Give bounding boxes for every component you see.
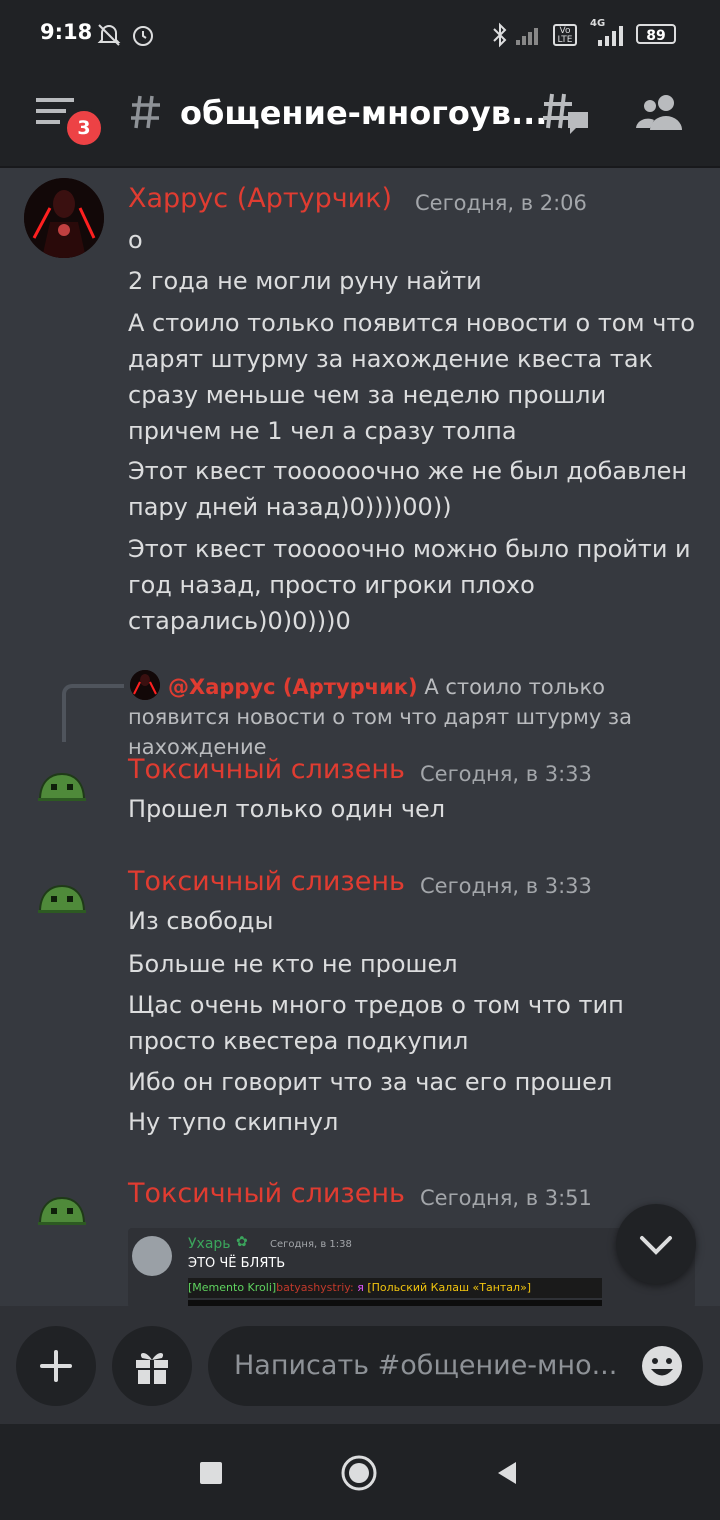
reply-preview[interactable]: @Харрус (Артурчик) А стоило только появи…	[128, 672, 698, 762]
message-author[interactable]: Токсичный слизень	[128, 866, 405, 897]
message-author[interactable]: Токсичный слизень	[128, 1178, 405, 1209]
cell-signal-icon	[588, 26, 628, 50]
message-timestamp: Сегодня, в 3:51	[420, 1186, 592, 1210]
channel-title[interactable]: общение-многоув...	[180, 94, 547, 132]
embed-chat-sep: я	[353, 1281, 368, 1294]
gift-button[interactable]	[112, 1326, 192, 1406]
embed-timestamp: Сегодня, в 1:38	[270, 1239, 352, 1250]
message-line: 2 года не могли руну найти	[128, 267, 482, 295]
sprout-icon: ✿	[236, 1234, 248, 1250]
embed-chat-item: [Польский Калаш «Тантал»]	[367, 1281, 532, 1294]
message-line: Из свободы	[128, 907, 274, 935]
message-line: Ибо он говорит что за час его прошел	[128, 1068, 613, 1096]
message-line: Этот квест тоооооочно же не был добавлен…	[128, 457, 688, 521]
unread-badge: 3	[64, 108, 104, 148]
message-timestamp: Сегодня, в 2:06	[415, 191, 587, 215]
slime-avatar[interactable]	[36, 884, 88, 918]
embed-chat-tag: [Memento Kroli]	[188, 1281, 277, 1294]
gift-icon	[136, 1353, 168, 1384]
attach-button[interactable]	[16, 1326, 96, 1406]
message-line: Ну тупо скипнул	[128, 1108, 339, 1136]
signal-icon	[514, 24, 546, 50]
embed-chat-name: batyashystriy:	[276, 1281, 354, 1294]
message-line: Этот квест тооооочно можно было пройти и…	[128, 535, 691, 635]
slime-avatar[interactable]	[36, 772, 88, 806]
threads-icon[interactable]	[542, 92, 590, 140]
message-line: А стоило только появится новости о том ч…	[128, 309, 696, 445]
embed-author: Ухарь	[188, 1236, 231, 1252]
home-icon[interactable]	[340, 1454, 378, 1496]
battery-icon: 89	[636, 24, 676, 44]
back-icon[interactable]	[494, 1460, 520, 1490]
volte-icon: Vo LTE	[553, 24, 577, 46]
emoji-icon[interactable]	[640, 1344, 684, 1392]
message-line: о	[128, 226, 143, 254]
avatar[interactable]	[24, 178, 104, 258]
reply-author: @Харрус (Артурчик)	[168, 675, 418, 699]
plus-icon	[40, 1350, 72, 1382]
slime-avatar[interactable]	[36, 1196, 88, 1230]
hash-icon	[130, 94, 162, 134]
embed-text: ЭТО ЧЁ БЛЯТЬ	[188, 1256, 286, 1271]
message-line: Щас очень много тредов о том что тип про…	[128, 991, 624, 1055]
status-time: 9:18	[40, 20, 93, 44]
embed-chat-line: [Memento Kroli]batyashystriy: я [Польски…	[188, 1278, 602, 1298]
jump-to-bottom-button[interactable]	[616, 1204, 696, 1284]
embed-avatar	[132, 1236, 172, 1276]
recents-icon[interactable]	[200, 1462, 222, 1484]
reply-spine	[62, 684, 124, 742]
message-author[interactable]: Токсичный слизень	[128, 754, 405, 785]
alarm-icon	[130, 22, 156, 52]
bluetooth-icon	[490, 22, 510, 52]
image-attachment[interactable]: Ухарь ✿ Сегодня, в 1:38 ЭТО ЧЁ БЛЯТЬ [Me…	[128, 1228, 695, 1308]
message-timestamp: Сегодня, в 3:33	[420, 874, 592, 898]
message-line: Больше не кто не прошел	[128, 950, 458, 978]
mute-bell-icon	[96, 22, 122, 52]
message-input-placeholder: Написать #общение-мно...	[234, 1350, 618, 1381]
members-icon[interactable]	[636, 94, 684, 134]
chevron-down-icon	[640, 1236, 672, 1255]
message-line: Прошел только один чел	[128, 795, 446, 823]
message-author[interactable]: Харрус (Артурчик)	[128, 183, 392, 214]
message-timestamp: Сегодня, в 3:33	[420, 762, 592, 786]
